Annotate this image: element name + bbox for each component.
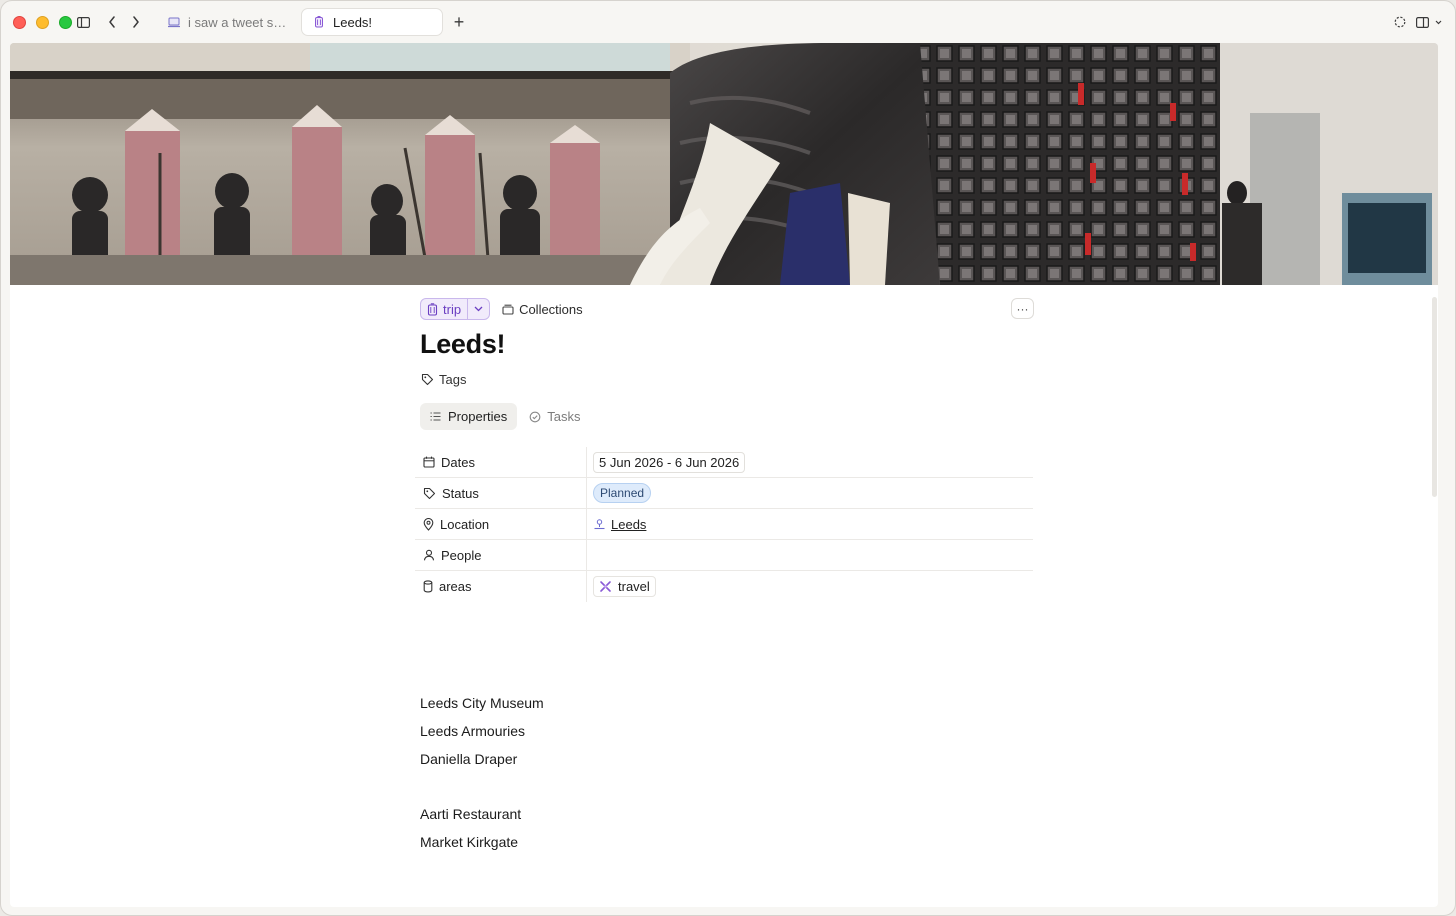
property-row-location: Location Leeds — [415, 509, 1033, 540]
map-pin-icon — [423, 517, 434, 531]
location-link[interactable]: Leeds — [593, 517, 646, 532]
property-row-dates: Dates 5 Jun 2026 - 6 Jun 2026 — [415, 447, 1033, 478]
page-content: trip Collections ··· Leeds! Tags Propert… — [10, 43, 1438, 907]
location-label: Leeds — [611, 516, 647, 532]
property-key-label: Location — [440, 516, 490, 532]
tag-icon — [421, 373, 434, 386]
breadcrumb: trip Collections — [420, 298, 583, 320]
minimize-window-button[interactable] — [36, 16, 49, 29]
sync-icon[interactable] — [1392, 12, 1408, 32]
collections-label: Collections — [519, 301, 583, 317]
tab-tweet[interactable]: i saw a tweet so i... — [157, 8, 297, 36]
close-window-button[interactable] — [13, 16, 26, 29]
status-badge[interactable]: Planned — [593, 483, 652, 503]
tag-icon — [423, 487, 436, 499]
tab-properties[interactable]: Properties — [420, 403, 518, 430]
properties-table: Dates 5 Jun 2026 - 6 Jun 2026 Status Pla… — [415, 447, 1033, 602]
area-chip[interactable]: travel — [593, 576, 656, 597]
calendar-icon — [423, 456, 435, 468]
property-key[interactable]: People — [415, 540, 587, 570]
back-icon[interactable] — [105, 12, 119, 32]
check-circle-icon — [529, 411, 541, 422]
note-line[interactable]: Leeds Armouries — [420, 717, 544, 745]
page-title[interactable]: Leeds! — [420, 329, 506, 360]
note-line[interactable]: Leeds City Museum — [420, 689, 544, 717]
property-row-status: Status Planned — [415, 478, 1033, 509]
page-tabs: Properties Tasks — [420, 403, 590, 430]
chevron-down-icon — [474, 306, 483, 312]
property-key[interactable]: Status — [415, 478, 587, 508]
tab-label: Tasks — [547, 409, 581, 424]
type-dropdown-button[interactable] — [468, 299, 489, 319]
page-notes[interactable]: Leeds City Museum Leeds Armouries Daniel… — [420, 689, 544, 856]
type-label-segment[interactable]: trip — [421, 299, 467, 319]
sidebar-toggle-icon[interactable] — [75, 12, 91, 32]
type-label: trip — [443, 301, 462, 317]
scrollbar[interactable] — [1432, 297, 1437, 497]
app-window: i saw a tweet so i... Leeds! + trip Coll… — [0, 0, 1456, 916]
more-options-button[interactable]: ··· — [1011, 298, 1034, 319]
property-key-label: Status — [442, 485, 479, 501]
property-value[interactable]: Planned — [587, 478, 1033, 508]
tab-label: Leeds! — [333, 14, 373, 30]
collections-link[interactable]: Collections — [502, 302, 583, 317]
title-bar: i saw a tweet so i... Leeds! + — [1, 1, 1455, 43]
property-row-areas: areas travel — [415, 571, 1033, 602]
property-row-people: People — [415, 540, 1033, 571]
collection-icon — [502, 304, 514, 315]
new-tab-button[interactable]: + — [451, 12, 467, 32]
type-selector[interactable]: trip — [420, 298, 491, 320]
layout-menu-icon[interactable] — [1415, 12, 1445, 32]
property-key[interactable]: Dates — [415, 447, 587, 477]
tab-label: i saw a tweet so i... — [188, 14, 287, 30]
property-value[interactable]: 5 Jun 2026 - 6 Jun 2026 — [587, 447, 1033, 477]
note-line[interactable]: Daniella Draper — [420, 745, 544, 773]
zoom-window-button[interactable] — [59, 16, 72, 29]
tab-label: Properties — [448, 409, 508, 424]
property-value[interactable] — [587, 540, 1033, 570]
person-icon — [423, 549, 435, 561]
note-line[interactable]: Market Kirkgate — [420, 828, 544, 856]
airplane-icon — [600, 581, 611, 592]
date-range-chip[interactable]: 5 Jun 2026 - 6 Jun 2026 — [593, 451, 746, 473]
note-line[interactable]: Aarti Restaurant — [420, 800, 544, 828]
list-icon — [430, 412, 441, 421]
property-value[interactable]: travel — [587, 571, 1033, 602]
area-label: travel — [618, 579, 650, 594]
cover-image[interactable] — [10, 43, 1438, 285]
property-key-label: People — [441, 547, 482, 563]
database-icon — [423, 580, 433, 593]
property-key-label: Dates — [441, 454, 475, 470]
place-icon — [594, 519, 605, 530]
tags-field[interactable]: Tags — [421, 372, 466, 387]
forward-icon[interactable] — [129, 12, 143, 32]
suitcase-icon — [315, 16, 323, 28]
laptop-icon — [168, 17, 180, 28]
tab-tasks[interactable]: Tasks — [519, 403, 590, 430]
property-key[interactable]: areas — [415, 571, 587, 602]
suitcase-icon — [427, 302, 438, 316]
property-key[interactable]: Location — [415, 509, 587, 539]
property-value[interactable]: Leeds — [587, 509, 1033, 539]
tags-label: Tags — [439, 372, 467, 387]
tab-leeds[interactable]: Leeds! — [301, 8, 443, 36]
note-line-empty[interactable] — [420, 773, 544, 800]
property-key-label: areas — [439, 579, 472, 594]
